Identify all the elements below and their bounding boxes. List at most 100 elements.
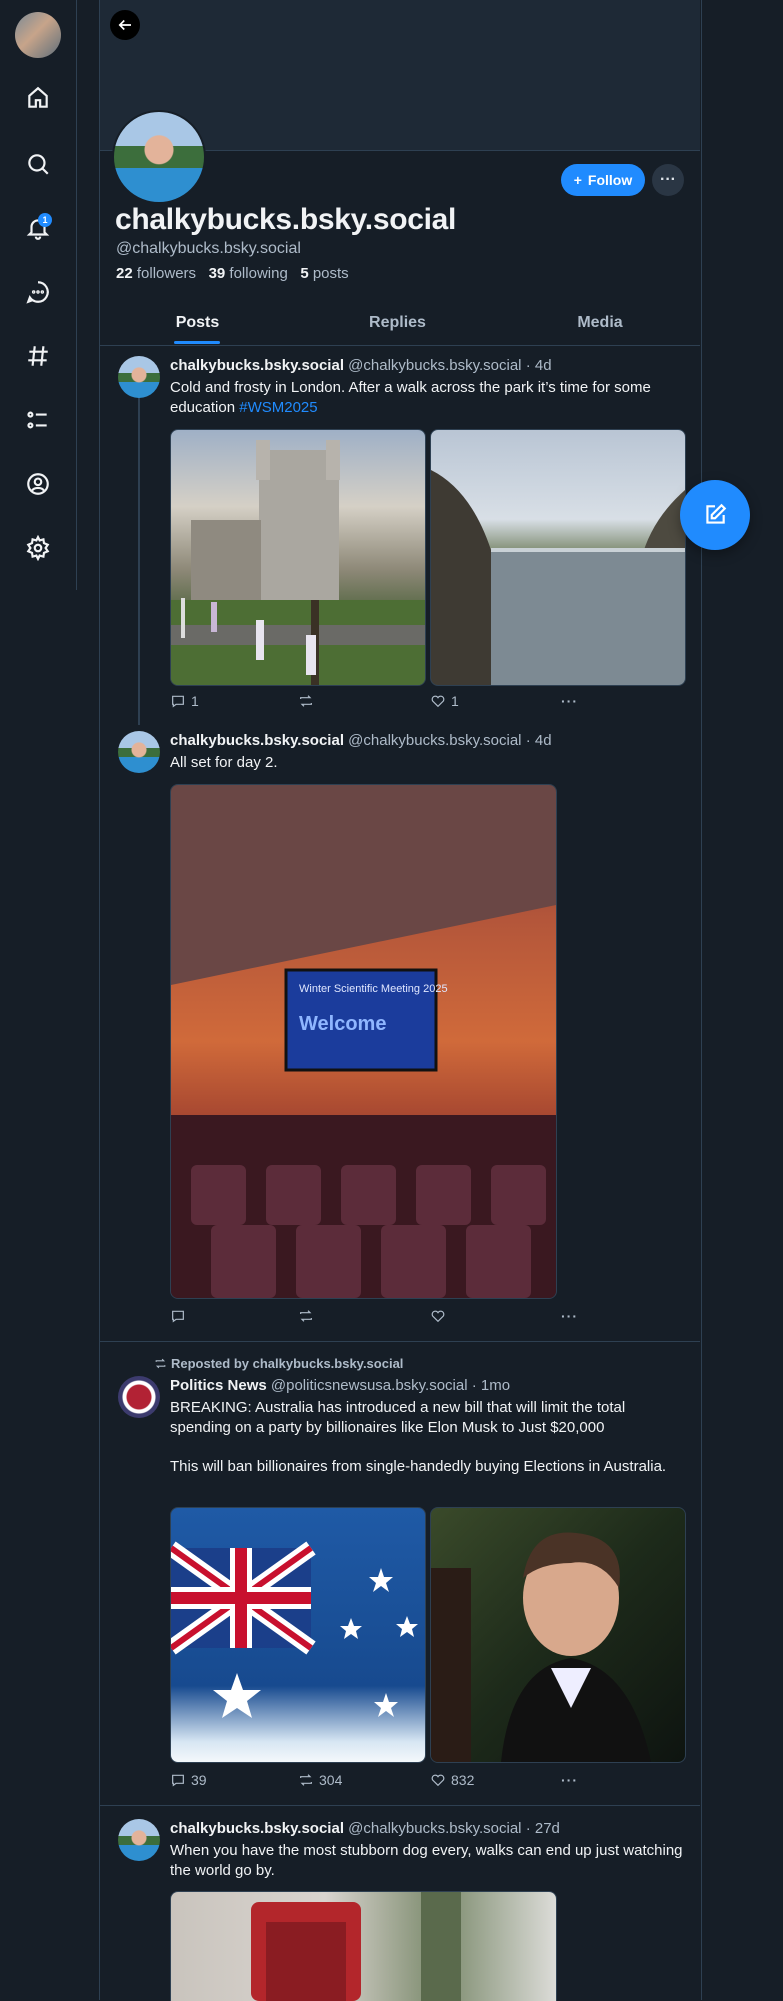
- screen-title-text: Winter Scientific Meeting 2025: [299, 983, 448, 995]
- home-icon[interactable]: [18, 78, 58, 118]
- like-count: 832: [451, 1772, 475, 1788]
- like-button[interactable]: 832: [430, 1772, 474, 1788]
- post-avatar[interactable]: [118, 731, 160, 773]
- plus-icon: +: [573, 172, 582, 188]
- post-time[interactable]: · 27d: [526, 1820, 560, 1837]
- notifications-badge: 1: [38, 213, 52, 227]
- post-actions: 39 304 832 ···: [170, 1772, 590, 1792]
- repost-icon: [300, 1310, 312, 1322]
- post-header: Politics News @politicsnewsusa.bsky.soci…: [170, 1377, 510, 1394]
- settings-icon[interactable]: [18, 528, 58, 568]
- post-more-button[interactable]: ···: [561, 1308, 578, 1324]
- post-author[interactable]: chalkybucks.bsky.social: [170, 357, 344, 374]
- followers-count[interactable]: 22: [116, 265, 133, 282]
- repost-button[interactable]: [298, 1308, 319, 1324]
- post-author[interactable]: chalkybucks.bsky.social: [170, 1820, 344, 1837]
- chat-icon[interactable]: [18, 272, 58, 312]
- post-avatar[interactable]: [118, 356, 160, 398]
- repost-icon: [300, 695, 312, 707]
- post-actions: ···: [170, 1308, 590, 1328]
- followers-label[interactable]: followers: [137, 265, 196, 282]
- repost-icon: [300, 1774, 312, 1786]
- post-handle[interactable]: @chalkybucks.bsky.social: [348, 357, 521, 374]
- frosty-park-lake-photo[interactable]: [430, 429, 686, 686]
- post-text: This will ban billionaires from single-h…: [170, 1458, 667, 1475]
- reply-count: 39: [191, 1772, 207, 1788]
- elon-musk-photo[interactable]: [430, 1507, 686, 1763]
- tab-posts[interactable]: Posts: [140, 300, 255, 345]
- post-header: chalkybucks.bsky.social @chalkybucks.bsk…: [170, 732, 552, 749]
- repost-button[interactable]: 304: [298, 1772, 342, 1788]
- post-actions: 1 1 ···: [170, 693, 590, 713]
- post-text: Cold and frosty in London. After a walk …: [170, 378, 690, 418]
- list-icon[interactable]: [18, 400, 58, 440]
- profile-avatar[interactable]: [112, 110, 206, 204]
- post-handle[interactable]: @chalkybucks.bsky.social: [348, 1820, 521, 1837]
- hashtag-icon[interactable]: [18, 336, 58, 376]
- post-more-button[interactable]: ···: [561, 693, 578, 709]
- post-header: chalkybucks.bsky.social @chalkybucks.bsk…: [170, 1820, 560, 1837]
- profile-icon[interactable]: [18, 464, 58, 504]
- profile-more-button[interactable]: ···: [652, 164, 684, 196]
- post-time[interactable]: · 1mo: [472, 1377, 510, 1394]
- arrow-left-icon: [118, 19, 131, 31]
- compose-icon: [706, 503, 727, 524]
- follow-button[interactable]: + Follow: [561, 164, 645, 196]
- post-avatar[interactable]: [118, 1819, 160, 1861]
- tab-media[interactable]: Media: [545, 300, 655, 345]
- active-tab-indicator: [174, 341, 220, 344]
- conference-hall-photo[interactable]: Winter Scientific Meeting 2025 Welcome: [170, 784, 557, 1299]
- post-author[interactable]: chalkybucks.bsky.social: [170, 732, 344, 749]
- reply-count: 1: [191, 693, 199, 709]
- reply-button[interactable]: 39: [170, 1772, 207, 1788]
- post-text: All set for day 2.: [170, 754, 278, 771]
- screen-welcome-text: Welcome: [299, 1013, 386, 1035]
- reply-button[interactable]: 1: [170, 693, 199, 709]
- profile-display-name: chalkybucks.bsky.social: [115, 203, 457, 236]
- search-icon[interactable]: [18, 144, 58, 184]
- post-header: chalkybucks.bsky.social @chalkybucks.bsk…: [170, 357, 552, 374]
- reply-icon: [172, 1310, 184, 1323]
- tab-replies[interactable]: Replies: [340, 300, 455, 345]
- heart-icon: [431, 1310, 445, 1323]
- following-count[interactable]: 39: [209, 265, 226, 282]
- back-button[interactable]: [110, 10, 140, 40]
- reply-button[interactable]: [170, 1308, 191, 1324]
- repost-button[interactable]: [298, 693, 319, 709]
- hashtag-link[interactable]: #WSM2025: [239, 399, 317, 416]
- profile-tabs: Posts Replies Media: [100, 300, 700, 346]
- post-handle[interactable]: @chalkybucks.bsky.social: [348, 732, 521, 749]
- post-text: When you have the most stubborn dog ever…: [170, 1842, 683, 1879]
- post-divider: [100, 1805, 700, 1806]
- politics-news-avatar[interactable]: [118, 1376, 160, 1418]
- post-time[interactable]: · 4d: [526, 732, 552, 749]
- reply-icon: [172, 1774, 184, 1787]
- repost-icon: [155, 1358, 166, 1369]
- westminster-abbey-photo[interactable]: [170, 429, 426, 686]
- phone-box-photo[interactable]: [170, 1891, 557, 2001]
- post-divider: [100, 1341, 700, 1342]
- heart-icon: [431, 1774, 445, 1787]
- repost-label: Reposted by chalkybucks.bsky.social: [171, 1356, 404, 1371]
- post-author[interactable]: Politics News: [170, 1377, 267, 1394]
- follow-label: Follow: [587, 172, 633, 188]
- bell-icon[interactable]: 1: [18, 208, 58, 248]
- posts-label: posts: [312, 265, 349, 282]
- post-text: BREAKING: Australia has introduced a new…: [170, 1399, 626, 1436]
- repost-count: 304: [319, 1772, 343, 1788]
- post-handle[interactable]: @politicsnewsusa.bsky.social: [271, 1377, 468, 1394]
- post-time[interactable]: · 4d: [526, 357, 552, 374]
- reply-icon: [172, 695, 184, 708]
- current-user-avatar[interactable]: [15, 12, 61, 58]
- thread-line: [138, 370, 140, 725]
- australian-flag-photo[interactable]: [170, 1507, 426, 1763]
- profile-stats: 22 followers 39 following 5 posts: [116, 265, 349, 282]
- repost-indicator[interactable]: Reposted by chalkybucks.bsky.social: [154, 1356, 403, 1371]
- like-button[interactable]: 1: [430, 693, 459, 709]
- post-more-button[interactable]: ···: [561, 1772, 578, 1788]
- like-button[interactable]: [430, 1308, 451, 1324]
- following-label[interactable]: following: [229, 265, 287, 282]
- profile-handle: @chalkybucks.bsky.social: [116, 240, 301, 257]
- heart-icon: [431, 695, 445, 708]
- compose-button[interactable]: [680, 480, 750, 550]
